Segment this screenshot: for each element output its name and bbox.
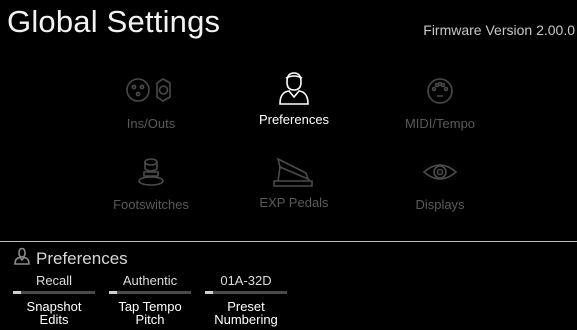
menu-item-label: MIDI/Tempo	[404, 116, 476, 131]
footswitch-icon	[86, 157, 216, 191]
midi-port-icon	[375, 76, 505, 110]
eye-icon	[375, 157, 505, 191]
param-level-bar	[109, 291, 191, 294]
user-icon	[14, 247, 36, 270]
panel-header: Preferences	[14, 247, 128, 270]
menu-item-footswitches[interactable]: Footswitches	[86, 157, 216, 212]
param-level-fill	[109, 291, 118, 294]
param-snapshot-edits[interactable]: Recall Snapshot Edits	[11, 273, 97, 326]
param-name: Tap Tempo Pitch	[107, 300, 193, 326]
menu-item-ins-outs[interactable]: Ins/Outs	[86, 76, 216, 131]
param-name: Snapshot Edits	[11, 300, 97, 326]
param-level-fill	[205, 291, 214, 294]
param-value: Recall	[35, 273, 73, 288]
user-icon	[229, 70, 359, 105]
param-name-line: Numbering	[214, 312, 278, 327]
menu-item-exp-pedals[interactable]: EXP Pedals	[229, 155, 359, 210]
param-level-fill	[13, 291, 22, 294]
panel-divider	[0, 241, 577, 242]
param-name-line: Edits	[39, 312, 69, 327]
param-preset-numbering[interactable]: 01A-32D Preset Numbering	[203, 273, 289, 326]
expression-pedal-icon	[229, 155, 359, 189]
menu-item-label: Preferences	[258, 112, 330, 127]
menu-item-label: Footswitches	[113, 197, 189, 212]
menu-item-midi-tempo[interactable]: MIDI/Tempo	[375, 76, 505, 131]
menu-item-label: Displays	[415, 197, 465, 212]
xlr-jack-icon	[86, 76, 216, 110]
menu-item-label: EXP Pedals	[259, 195, 329, 210]
param-name: Preset Numbering	[203, 300, 289, 326]
param-name-line: Pitch	[135, 312, 165, 327]
firmware-version: Firmware Version 2.00.0	[423, 22, 575, 38]
panel-title: Preferences	[36, 248, 128, 268]
menu-item-label: Ins/Outs	[126, 116, 176, 131]
param-value: Authentic	[122, 273, 178, 288]
param-level-bar	[205, 291, 287, 294]
param-value: 01A-32D	[220, 273, 272, 288]
param-level-bar	[13, 291, 95, 294]
menu-item-preferences[interactable]: Preferences	[229, 70, 359, 127]
menu-item-displays[interactable]: Displays	[375, 157, 505, 212]
page-title: Global Settings	[7, 4, 221, 39]
param-tap-tempo-pitch[interactable]: Authentic Tap Tempo Pitch	[107, 273, 193, 326]
